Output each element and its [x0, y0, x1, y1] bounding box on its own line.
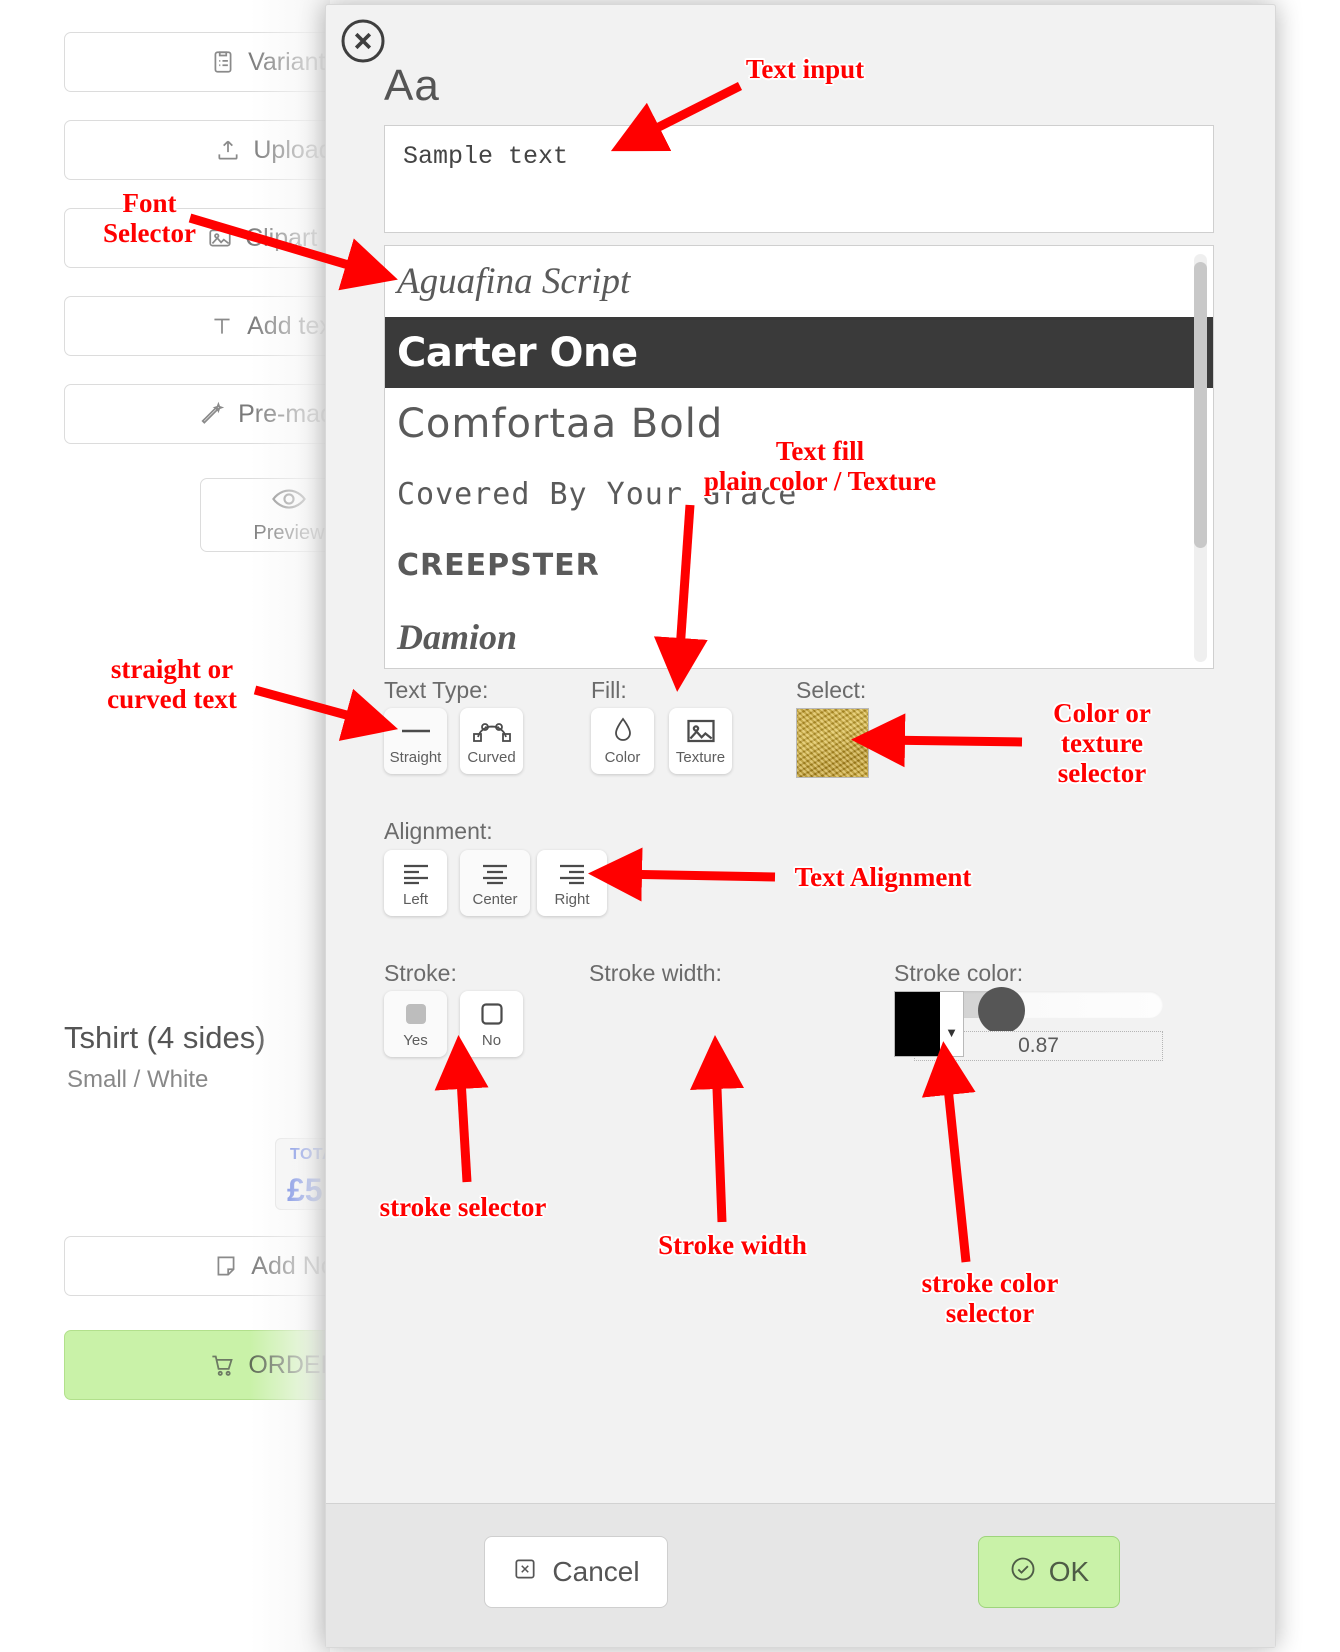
background-app-panel: Variants Upload Clipart & — [0, 0, 330, 1652]
total-value: £5 — [287, 1172, 323, 1208]
bg-button-variants[interactable]: Variants — [64, 32, 330, 92]
fill-color-button[interactable]: Color — [591, 708, 654, 774]
bg-button-clipart[interactable]: Clipart & — [64, 208, 330, 268]
straight-line-icon — [398, 716, 434, 746]
eye-icon — [272, 486, 306, 518]
text-type-curved-label: Curved — [467, 749, 516, 766]
font-name: Aguafina Script — [397, 261, 631, 302]
align-center-button[interactable]: Center — [460, 850, 530, 916]
filled-square-icon — [403, 999, 429, 1029]
font-list-item[interactable]: CREEPSTER — [385, 530, 1213, 601]
bg-button-label: Clipart & — [245, 223, 330, 252]
ok-button[interactable]: OK — [978, 1536, 1120, 1608]
fill-texture-label: Texture — [675, 749, 726, 766]
align-left-label: Left — [402, 891, 429, 908]
align-left-icon — [400, 858, 432, 888]
cancel-button-label: Cancel — [552, 1556, 640, 1587]
stroke-yes-button[interactable]: Yes — [384, 991, 447, 1057]
order-button[interactable]: ORDER — [64, 1330, 330, 1400]
font-list-item[interactable]: Aguafina Script — [385, 246, 1213, 317]
preview-button-label: Preview — [253, 521, 325, 544]
stroke-label: Stroke: — [384, 960, 457, 986]
alignment-label: Alignment: — [384, 818, 493, 844]
text-editor-modal: Aa Aguafina Script Carter One Comfortaa … — [325, 4, 1276, 1648]
fill-texture-button[interactable]: Texture — [669, 708, 732, 774]
cart-icon — [209, 1352, 236, 1379]
order-button-label: ORDER — [248, 1350, 330, 1379]
add-note-label: Add No — [251, 1251, 330, 1280]
close-circle-icon — [339, 17, 387, 65]
align-center-icon — [479, 858, 511, 888]
image-icon — [686, 716, 716, 746]
close-button[interactable] — [335, 13, 391, 69]
cancel-button[interactable]: Cancel — [484, 1536, 668, 1608]
fill-label: Fill: — [591, 677, 627, 703]
font-list-item-selected[interactable]: Carter One — [385, 317, 1213, 388]
stroke-no-label: No — [481, 1032, 502, 1049]
text-type-straight-label: Straight — [389, 749, 442, 766]
align-center-label: Center — [472, 891, 518, 908]
font-list-item[interactable]: Covered By Your Grace — [385, 459, 1213, 530]
stroke-color-label: Stroke color: — [894, 960, 1024, 986]
preview-button[interactable]: Preview — [200, 478, 330, 552]
modal-footer: Cancel OK — [326, 1503, 1275, 1647]
clipboard-icon — [210, 49, 236, 75]
check-circle-icon — [1009, 1555, 1037, 1590]
align-left-button[interactable]: Left — [384, 850, 447, 916]
close-box-icon — [512, 1556, 538, 1589]
text-type-curved-button[interactable]: Curved — [460, 708, 523, 774]
image-icon — [207, 225, 233, 251]
product-variant: Small / White — [67, 1066, 209, 1093]
stroke-color-swatch — [895, 992, 940, 1056]
align-right-button[interactable]: Right — [537, 850, 607, 916]
upload-icon — [215, 137, 241, 163]
font-list-item[interactable]: Comfortaa Bold — [385, 388, 1213, 459]
font-name: Comfortaa Bold — [397, 400, 724, 447]
bg-button-premade[interactable]: Pre-made — [64, 384, 330, 444]
stroke-no-button[interactable]: No — [460, 991, 523, 1057]
add-note-button[interactable]: Add No — [64, 1236, 330, 1296]
text-icon — [209, 313, 235, 339]
font-name: Carter One — [397, 329, 638, 376]
stroke-yes-label: Yes — [403, 1032, 428, 1049]
bg-button-label: Pre-made — [238, 399, 330, 428]
fill-color-label: Color — [604, 749, 641, 766]
text-input[interactable] — [384, 125, 1214, 233]
font-selector-list[interactable]: Aguafina Script Carter One Comfortaa Bol… — [384, 245, 1214, 669]
bg-button-upload[interactable]: Upload — [64, 120, 330, 180]
bg-button-label: Variants — [248, 47, 330, 76]
bezier-curve-icon — [472, 716, 512, 746]
align-right-label: Right — [554, 891, 590, 908]
empty-square-icon — [479, 999, 505, 1029]
text-type-label: Text Type: — [384, 677, 489, 703]
bg-button-add-text[interactable]: Add text — [64, 296, 330, 356]
bg-button-label: Upload — [253, 135, 330, 164]
magic-wand-icon — [200, 401, 226, 427]
font-name: CREEPSTER — [397, 548, 600, 583]
font-name: Damion — [397, 616, 518, 657]
note-icon — [213, 1253, 239, 1279]
font-list-item[interactable]: Damion — [385, 601, 1213, 668]
text-type-straight-button[interactable]: Straight — [384, 708, 447, 774]
align-right-icon — [556, 858, 588, 888]
total-label: TOTAL — [290, 1146, 330, 1163]
slider-knob[interactable] — [978, 987, 1025, 1034]
ok-button-label: OK — [1048, 1556, 1090, 1587]
bg-button-label: Add text — [247, 311, 330, 340]
select-label: Select: — [796, 677, 867, 703]
font-list-scrollbar[interactable] — [1194, 254, 1207, 662]
stroke-width-label: Stroke width: — [589, 960, 722, 986]
color-texture-swatch[interactable] — [796, 708, 869, 778]
scrollbar-thumb[interactable] — [1194, 262, 1207, 548]
page-title: Aa — [384, 61, 440, 110]
stroke-color-selector[interactable]: ▼ — [894, 991, 964, 1057]
chevron-down-icon[interactable]: ▼ — [940, 992, 963, 1056]
droplet-icon — [611, 716, 635, 746]
product-title: Tshirt (4 sides) — [64, 1020, 266, 1055]
font-name: Covered By Your Grace — [397, 477, 798, 512]
